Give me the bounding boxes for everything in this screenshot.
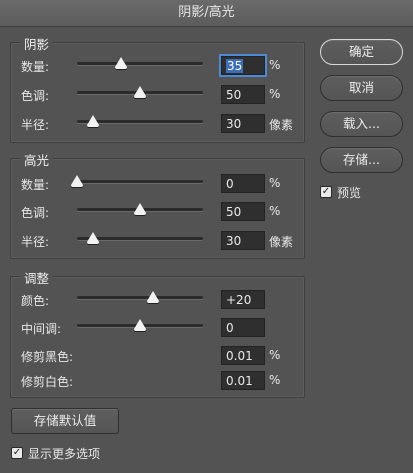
preview-label: 预览 [337, 186, 362, 200]
shadows-amount-slider[interactable] [77, 57, 203, 69]
shadows-radius-unit: 像素 [269, 118, 294, 132]
color-slider[interactable] [77, 291, 203, 303]
midtone-slider-thumb[interactable] [134, 319, 146, 331]
shadows-radius-label: 半径: [21, 118, 50, 132]
shadows-tone-label: 色调: [21, 89, 50, 103]
shadows-amount-input[interactable]: 35 [219, 54, 267, 77]
color-label: 颜色: [21, 294, 50, 308]
save-defaults-button[interactable]: 存储默认值 [11, 408, 119, 434]
highlights-tone-slider[interactable] [77, 203, 203, 215]
adjustments-group-title: 调整 [20, 268, 54, 287]
highlights-group-title: 高光 [20, 150, 54, 169]
more-options-label: 显示更多选项 [28, 447, 101, 461]
load-button[interactable]: 载入... [320, 111, 403, 137]
black-clip-unit: % [269, 348, 281, 362]
midtone-input[interactable]: 0 [221, 318, 265, 337]
preview-checkbox[interactable]: ✓ [320, 186, 332, 198]
highlights-amount-input[interactable]: 0 [221, 174, 265, 193]
shadows-tone-unit: % [269, 87, 281, 101]
highlights-radius-label: 半径: [21, 235, 50, 249]
midtone-slider[interactable] [77, 319, 203, 331]
black-clip-label: 修剪黑色: [21, 350, 74, 364]
highlights-radius-slider[interactable] [77, 232, 203, 244]
shadows-tone-slider[interactable] [77, 86, 203, 98]
white-clip-unit: % [269, 373, 281, 387]
shadows-tone-input[interactable]: 50 [221, 85, 265, 104]
shadows-group-title: 阴影 [20, 34, 54, 53]
shadows-amount-slider-thumb[interactable] [115, 57, 128, 69]
shadows-tone-slider-thumb[interactable] [134, 86, 146, 98]
color-slider-thumb[interactable] [146, 291, 159, 303]
highlights-amount-slider[interactable] [71, 175, 203, 187]
more-options-checkbox[interactable]: ✓ [11, 447, 23, 459]
shadows-radius-input[interactable]: 30 [221, 114, 265, 133]
highlights-tone-unit: % [269, 204, 281, 218]
midtone-label: 中间调: [21, 322, 62, 336]
highlights-tone-label: 色调: [21, 206, 50, 220]
window-title: 阴影/高光 [0, 0, 413, 27]
shadows-radius-slider[interactable] [77, 115, 203, 127]
ok-button[interactable]: 确定 [320, 39, 403, 65]
save-button[interactable]: 存储... [320, 147, 403, 173]
highlights-tone-slider-thumb[interactable] [134, 203, 146, 215]
highlights-radius-input[interactable]: 30 [221, 231, 265, 250]
black-clip-input[interactable]: 0.01 [221, 346, 265, 365]
white-clip-input[interactable]: 0.01 [221, 371, 265, 390]
highlights-amount-unit: % [269, 176, 281, 190]
shadows-radius-slider-thumb[interactable] [87, 115, 100, 127]
cancel-button[interactable]: 取消 [320, 75, 403, 101]
color-input[interactable]: +20 [221, 290, 265, 309]
highlights-amount-slider-thumb[interactable] [71, 175, 83, 187]
shadows-amount-unit: % [269, 58, 281, 72]
highlights-amount-label: 数量: [21, 178, 50, 192]
highlights-radius-unit: 像素 [269, 235, 294, 249]
highlights-tone-input[interactable]: 50 [221, 202, 265, 221]
white-clip-label: 修剪白色: [21, 375, 74, 389]
highlights-radius-slider-thumb[interactable] [87, 232, 100, 244]
shadows-amount-label: 数量: [21, 60, 50, 74]
